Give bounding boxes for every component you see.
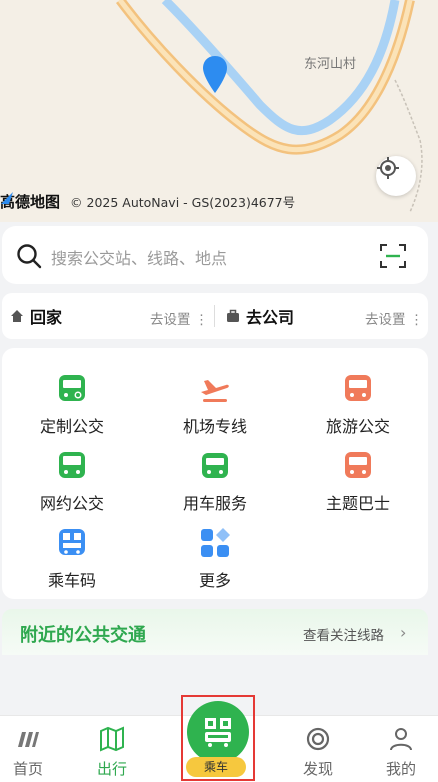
followed-lines-link[interactable]: 查看关注线路 [303,624,384,644]
nav-travel-label: 出行 [96,760,127,778]
service-label: 旅游公交 [325,417,390,436]
company-set-label: 去设置 [365,312,406,328]
nav-home[interactable]: 首页 [0,726,58,779]
nearby-transit-header: 附近的公共交通 查看关注线路 › [2,609,428,655]
home-nav-icon [18,732,39,747]
bus-qr-icon [59,529,85,555]
company-set-button[interactable]: 去设置 ⋮ [365,308,423,328]
map-attribution: 高德地图 © 2025 AutoNavi - GS(2023)4677号 [0,191,295,211]
chevron-right-icon[interactable]: › [400,623,406,642]
home-label: 回家 [30,308,63,327]
airplane-icon [201,380,229,402]
service-tour-bus[interactable]: 旅游公交 [298,372,418,437]
services-grid: 定制公交 机场专线 旅游公交 网约公交 用车服务 主题巴士 乘车码 更多 [2,348,428,599]
service-label: 机场专线 [182,417,247,436]
discover-icon [306,727,330,751]
bus-qr-code-icon [205,718,231,747]
locate-me-button[interactable] [376,156,416,196]
custom-bus-icon [59,375,85,401]
tour-bus-icon [345,375,371,401]
home-icon [11,310,23,322]
ride-circle[interactable] [187,701,249,763]
nearby-title: 附近的公共交通 [20,625,146,646]
service-car[interactable]: 用车服务 [155,449,275,514]
service-bus-qr[interactable]: 乘车码 [12,526,132,591]
search-bar[interactable]: 搜索公交站、线路、地点 [2,226,428,284]
home-set-button[interactable]: 去设置 ⋮ [150,308,208,328]
map-copyright: © 2025 AutoNavi - GS(2023)4677号 [70,194,296,210]
more-grid-icon [201,528,230,557]
nav-discover-label: 发现 [302,760,333,778]
map-view[interactable]: 东河山村 高德地图 © 2025 AutoNavi - GS(2023)4677… [0,0,438,222]
service-label: 用车服务 [182,494,247,513]
service-online-bus[interactable]: 网约公交 [12,449,132,514]
service-label: 网约公交 [39,494,104,513]
service-airport[interactable]: 机场专线 [155,372,275,437]
nav-travel[interactable]: 出行 [82,726,142,779]
home-set-label: 去设置 [150,312,191,328]
nav-mine-label: 我的 [385,760,416,778]
ride-label: 乘车 [186,757,246,777]
service-label: 主题巴士 [325,494,390,513]
quick-destinations: 回家 去设置 ⋮ 去公司 去设置 ⋮ [2,293,428,339]
amap-logo: 高德地图 [0,191,60,212]
service-label: 乘车码 [47,571,96,590]
ride-button[interactable]: 乘车 [181,695,255,781]
scan-icon[interactable] [379,242,407,270]
location-pin-icon [203,56,227,93]
map-roads [116,0,423,213]
nav-home-label: 首页 [12,760,43,778]
amap-logo-icon [1,192,13,204]
map-village-label: 东河山村 [304,57,357,72]
crosshair-icon [377,157,399,179]
user-icon [390,728,412,751]
service-theme-bus[interactable]: 主题巴士 [298,449,418,514]
company-shortcut[interactable]: 去公司 [226,293,294,339]
online-bus-icon [59,452,85,478]
search-placeholder: 搜索公交站、线路、地点 [51,249,228,268]
divider [214,305,215,327]
briefcase-icon [227,309,239,322]
service-label: 定制公交 [39,417,104,436]
map-nav-icon [100,726,124,752]
nav-mine[interactable]: 我的 [371,726,431,779]
search-icon [17,244,42,269]
service-more[interactable]: 更多 [155,526,275,591]
nav-discover[interactable]: 发现 [288,726,348,779]
car-service-icon [202,453,228,478]
service-label: 更多 [198,571,231,590]
company-label: 去公司 [246,308,295,327]
service-custom-bus[interactable]: 定制公交 [12,372,132,437]
home-shortcut[interactable]: 回家 [10,293,62,339]
theme-bus-icon [345,452,371,478]
